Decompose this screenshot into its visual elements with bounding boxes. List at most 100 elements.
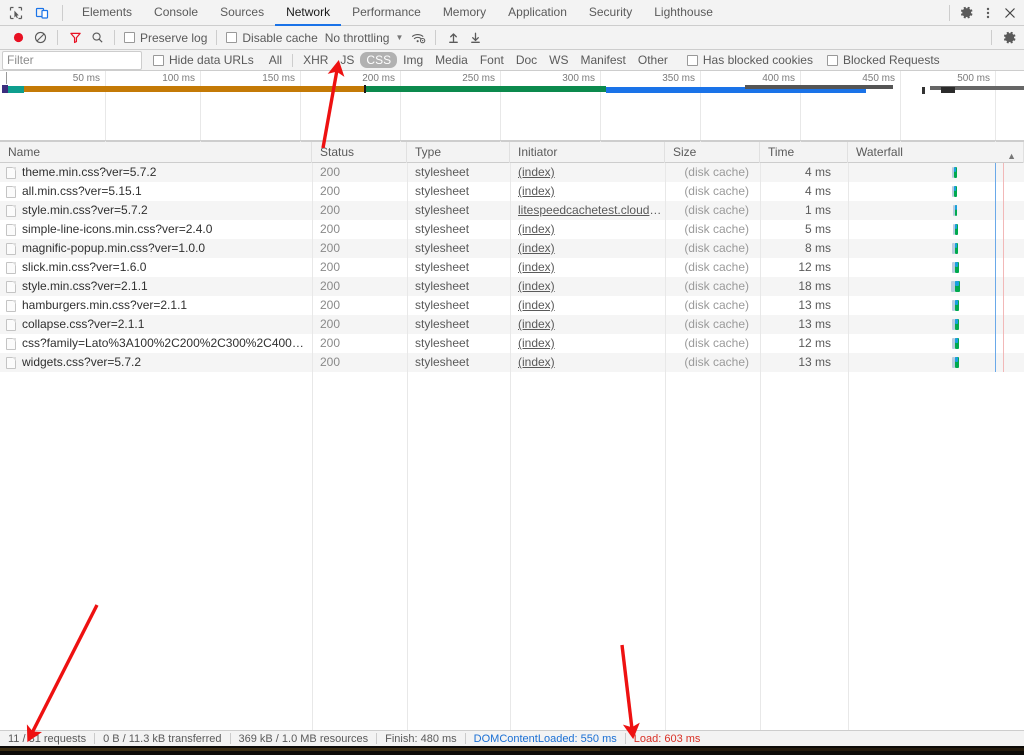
type-chip-doc[interactable]: Doc xyxy=(510,52,543,68)
cell-status: 200 xyxy=(320,184,341,198)
initiator-link[interactable]: (index) xyxy=(518,165,555,179)
preserve-log-checkbox[interactable]: Preserve log xyxy=(121,31,210,45)
table-row[interactable]: style.min.css?ver=5.7.2 200 stylesheet lite… xyxy=(0,201,1024,220)
settings-gear-icon[interactable] xyxy=(956,3,976,23)
filter-icon[interactable] xyxy=(64,27,86,49)
table-row[interactable]: all.min.css?ver=5.15.1 200 stylesheet (inde… xyxy=(0,182,1024,201)
record-button[interactable] xyxy=(7,27,29,49)
cell-name: widgets.css?ver=5.7.2 xyxy=(0,353,312,372)
tab-memory[interactable]: Memory xyxy=(432,0,497,26)
cell-time: 1 ms xyxy=(804,203,831,217)
initiator-link[interactable]: (index) xyxy=(518,241,555,255)
table-row[interactable]: widgets.css?ver=5.7.2 200 stylesheet (index… xyxy=(0,353,1024,372)
tab-sources[interactable]: Sources xyxy=(209,0,275,26)
column-gridline xyxy=(510,163,511,730)
import-har-button[interactable] xyxy=(442,27,464,49)
initiator-link[interactable]: (index) xyxy=(518,317,555,331)
sort-arrow-icon[interactable]: ▲ xyxy=(1007,146,1016,163)
blocked-requests-box xyxy=(826,54,838,66)
type-chip-css[interactable]: CSS xyxy=(360,52,398,68)
waterfall-waiting-bar xyxy=(955,243,957,248)
overview-start-marker xyxy=(6,72,7,84)
column-header-size[interactable]: Size xyxy=(665,141,760,163)
network-settings-gear-icon[interactable] xyxy=(998,27,1020,49)
type-chip-xhr[interactable]: XHR xyxy=(297,52,334,68)
status-dom-content-loaded: DOMContentLoaded: 550 ms xyxy=(473,732,617,745)
inspect-element-icon[interactable] xyxy=(6,3,26,23)
type-chip-manifest[interactable]: Manifest xyxy=(575,52,632,68)
cell-status: 200 xyxy=(320,298,341,312)
initiator-link[interactable]: (index) xyxy=(518,298,555,312)
network-conditions-icon[interactable] xyxy=(407,27,429,49)
blocked-requests-checkbox[interactable]: Blocked Requests xyxy=(824,53,943,67)
close-icon[interactable] xyxy=(1000,3,1020,23)
column-header-status[interactable]: Status xyxy=(312,141,407,163)
tab-performance[interactable]: Performance xyxy=(341,0,432,26)
request-name-label: theme.min.css?ver=5.7.2 xyxy=(22,165,157,179)
preserve-log-box xyxy=(124,32,135,43)
search-icon[interactable] xyxy=(86,27,108,49)
column-header-name[interactable]: Name xyxy=(0,141,312,163)
toolbar-right-group xyxy=(985,27,1024,49)
tab-console[interactable]: Console xyxy=(143,0,209,26)
tab-security[interactable]: Security xyxy=(578,0,643,26)
table-row[interactable]: slick.min.css?ver=1.6.0 200 stylesheet (ind… xyxy=(0,258,1024,277)
hide-data-urls-checkbox[interactable]: Hide data URLs xyxy=(150,53,257,67)
tab-application[interactable]: Application xyxy=(497,0,578,26)
clear-button[interactable] xyxy=(29,27,51,49)
type-chip-other[interactable]: Other xyxy=(632,52,674,68)
overview-tick-marks: 50 ms 100 ms 150 ms 200 ms 250 ms 300 ms 350 m… xyxy=(0,71,1024,142)
table-row[interactable]: collapse.css?ver=2.1.1 200 stylesheet (inde… xyxy=(0,315,1024,334)
column-header-waterfall[interactable]: Waterfall ▲ xyxy=(848,141,1024,163)
table-row[interactable]: style.min.css?ver=2.1.1 200 stylesheet (ind… xyxy=(0,277,1024,296)
cell-status: 200 xyxy=(320,222,341,236)
throttling-dropdown[interactable]: No throttling ▼ xyxy=(321,31,408,45)
filter-input[interactable] xyxy=(2,50,142,70)
table-row[interactable]: magnific-popup.min.css?ver=1.0.0 200 style… xyxy=(0,239,1024,258)
initiator-link[interactable]: (index) xyxy=(518,336,555,350)
cell-type: stylesheet xyxy=(415,241,470,255)
tab-label: Sources xyxy=(220,5,265,19)
type-chip-all[interactable]: All xyxy=(263,52,288,68)
network-overview[interactable]: 50 ms 100 ms 150 ms 200 ms 250 ms 300 ms 350 m… xyxy=(0,71,1024,142)
column-header-type[interactable]: Type xyxy=(407,141,510,163)
requests-table: Name Status Type Initiator Size Time Waterfall… xyxy=(0,141,1024,730)
initiator-link[interactable]: (index) xyxy=(518,260,555,274)
tab-network[interactable]: Network xyxy=(275,0,342,26)
tabstrip-left-icons xyxy=(0,0,71,25)
type-chip-media[interactable]: Media xyxy=(429,52,474,68)
overview-tick-label: 300 ms xyxy=(562,73,595,84)
table-row[interactable]: theme.min.css?ver=5.7.2 200 stylesheet (ind… xyxy=(0,163,1024,182)
device-toolbar-icon[interactable] xyxy=(32,3,52,23)
initiator-link[interactable]: (index) xyxy=(518,279,555,293)
cell-type: stylesheet xyxy=(415,165,470,179)
disable-cache-checkbox[interactable]: Disable cache xyxy=(223,31,320,45)
column-gridline xyxy=(665,163,666,730)
type-chip-js[interactable]: JS xyxy=(334,52,360,68)
type-chip-img[interactable]: Img xyxy=(397,52,429,68)
more-options-icon[interactable] xyxy=(978,3,998,23)
initiator-link[interactable]: litespeedcachetest.cloudpages... xyxy=(518,203,664,217)
export-har-button[interactable] xyxy=(464,27,486,49)
initiator-link[interactable]: (index) xyxy=(518,184,555,198)
column-header-initiator[interactable]: Initiator xyxy=(510,141,665,163)
type-chip-font[interactable]: Font xyxy=(474,52,510,68)
initiator-link[interactable]: (index) xyxy=(518,222,555,236)
initiator-link[interactable]: (index) xyxy=(518,355,555,369)
type-chip-ws[interactable]: WS xyxy=(543,52,574,68)
request-name-label: collapse.css?ver=2.1.1 xyxy=(22,317,145,331)
cell-time: 4 ms xyxy=(804,184,831,198)
has-blocked-cookies-checkbox[interactable]: Has blocked cookies xyxy=(684,53,816,67)
tab-elements[interactable]: Elements xyxy=(71,0,143,26)
panel-tabs: Elements Console Sources Network Perform… xyxy=(71,0,724,26)
cell-size: (disk cache) xyxy=(684,241,749,255)
cell-name: collapse.css?ver=2.1.1 xyxy=(0,315,312,334)
waterfall-waiting-bar xyxy=(955,262,958,267)
table-row[interactable]: simple-line-icons.min.css?ver=2.4.0 200 st… xyxy=(0,220,1024,239)
stylesheet-file-icon xyxy=(6,223,16,236)
cell-status: 200 xyxy=(320,165,341,179)
tab-lighthouse[interactable]: Lighthouse xyxy=(643,0,724,26)
table-row[interactable]: css?family=Lato%3A100%2C200%2C300%2C400%… xyxy=(0,334,1024,353)
column-header-time[interactable]: Time xyxy=(760,141,848,163)
table-row[interactable]: hamburgers.min.css?ver=2.1.1 200 styleshee… xyxy=(0,296,1024,315)
